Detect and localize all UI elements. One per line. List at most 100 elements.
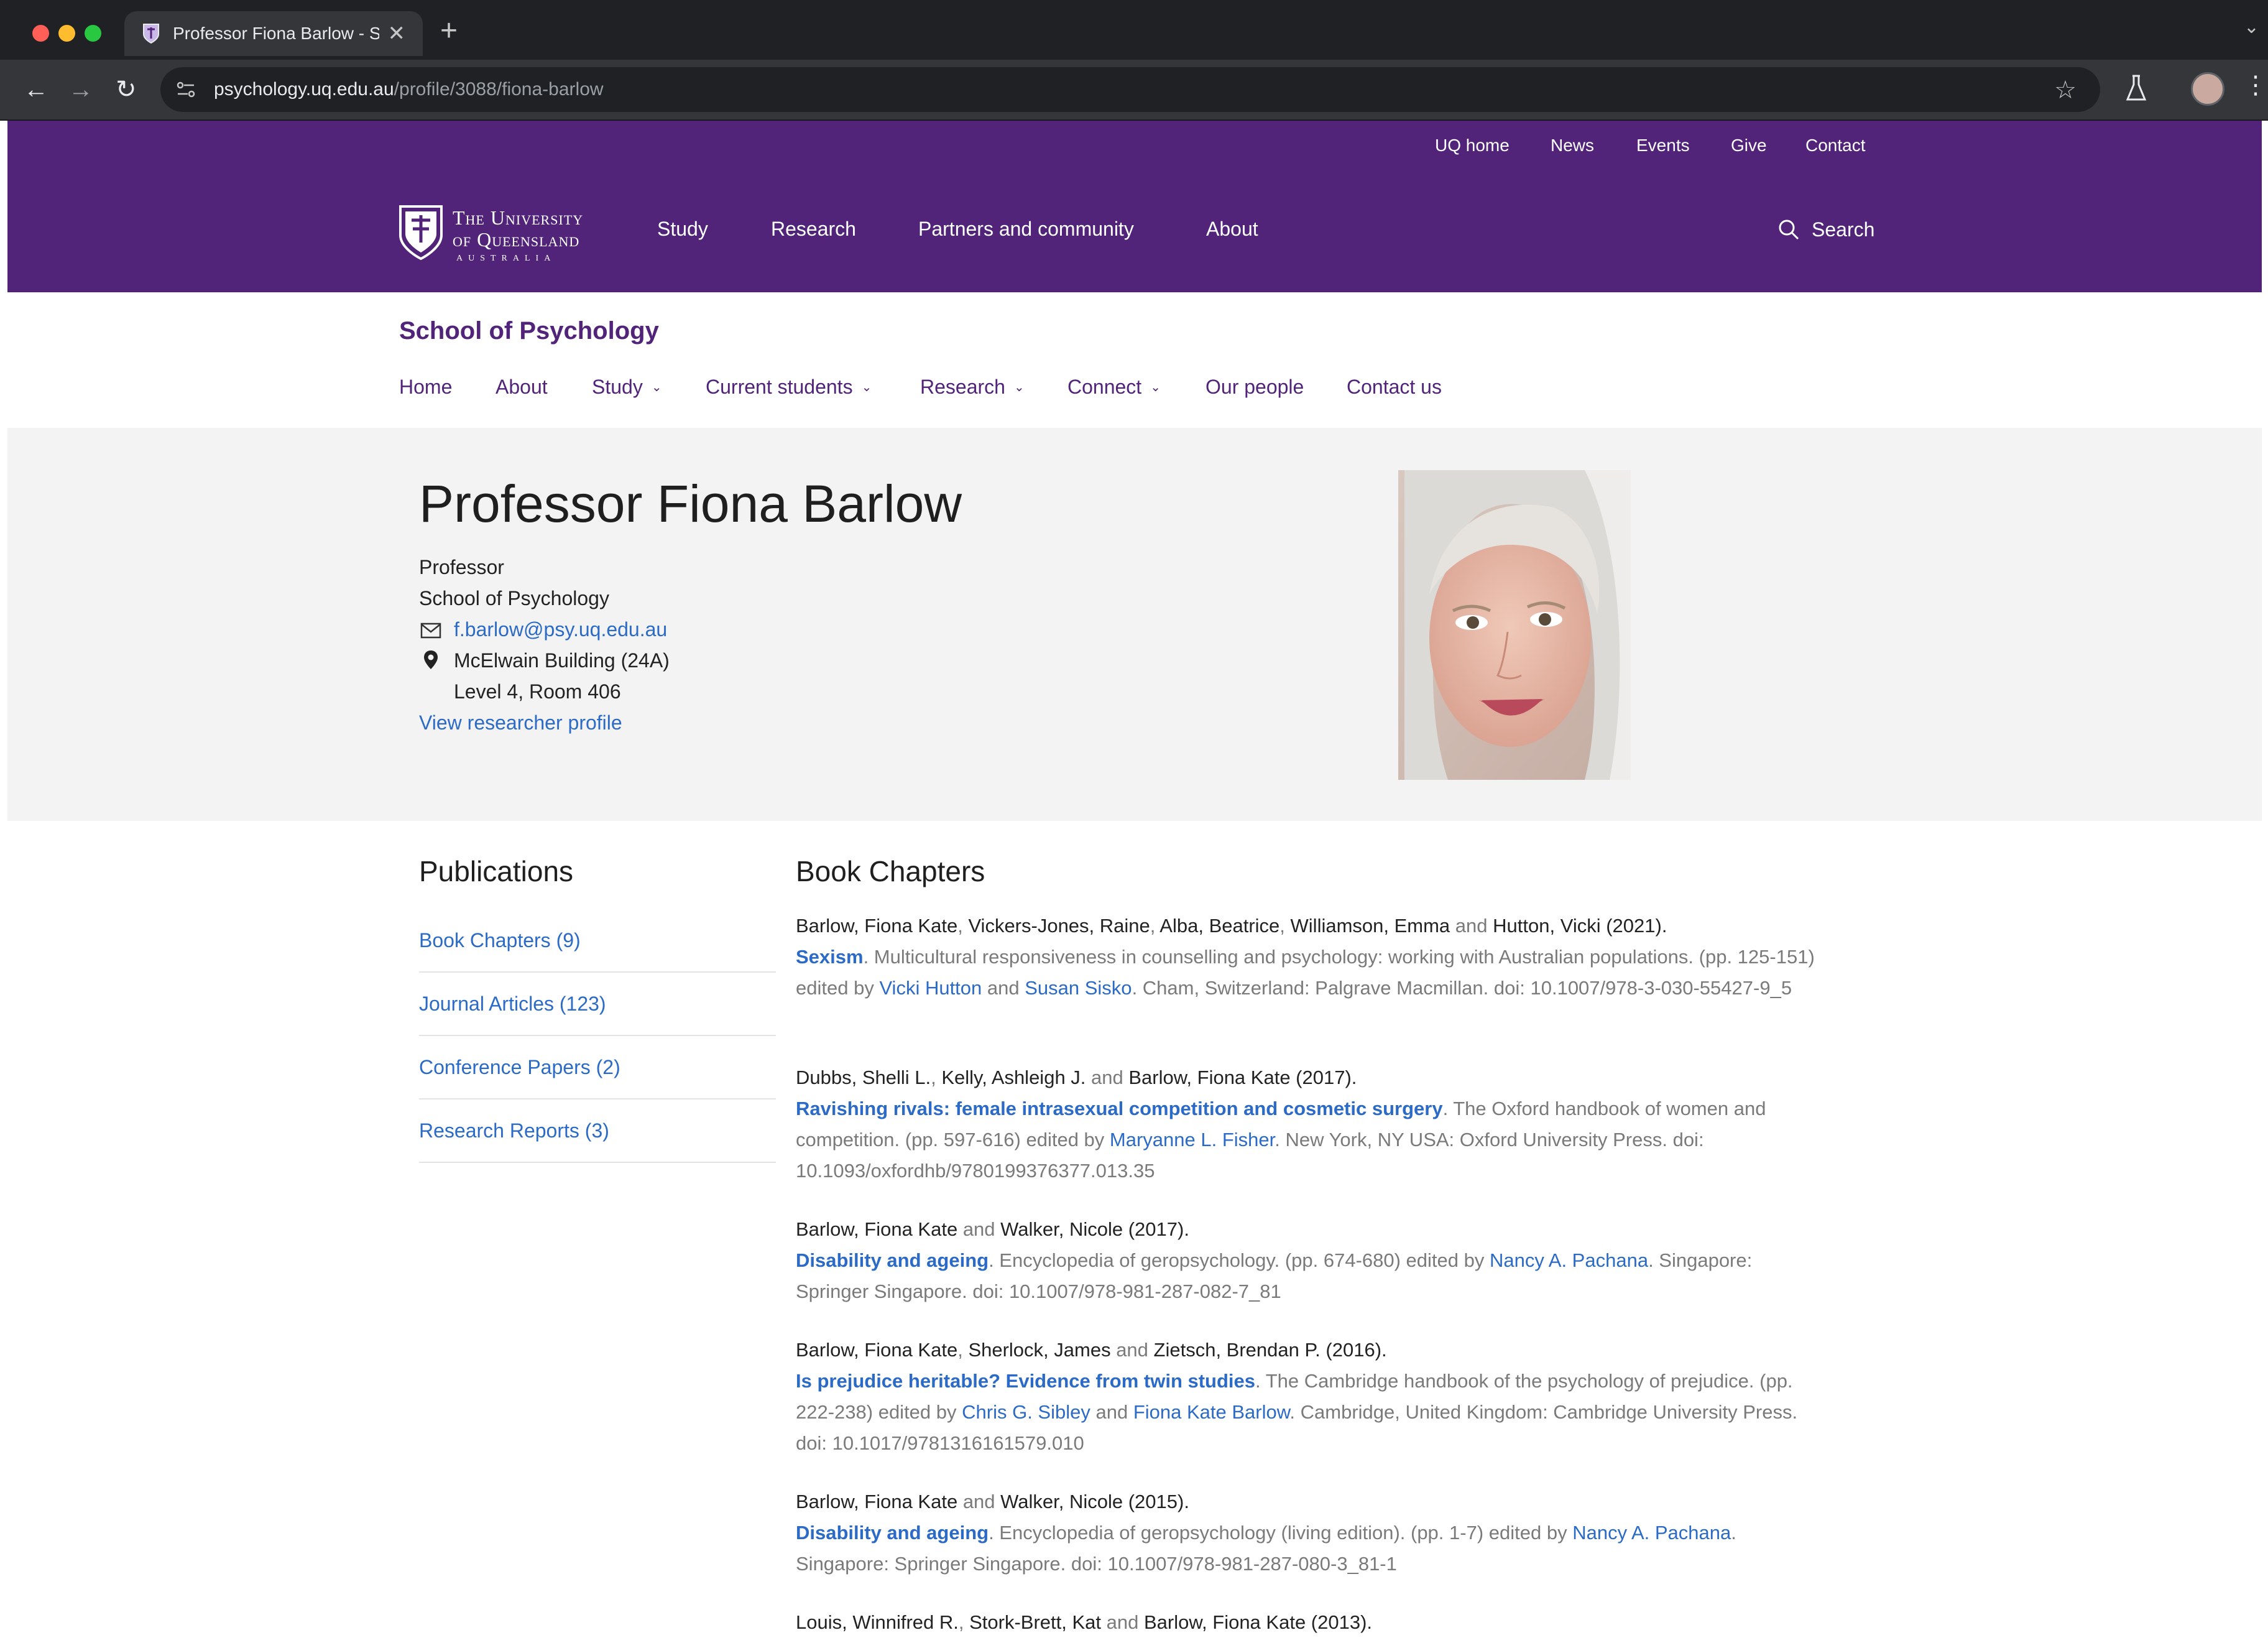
reload-icon[interactable]: ↻ <box>116 73 137 106</box>
school-nav-home[interactable]: Home <box>399 376 452 399</box>
url-host: psychology.uq.edu.au <box>214 79 394 100</box>
publications-heading: Publications <box>419 855 574 887</box>
school-nav-label: Study <box>592 376 643 398</box>
book-chapters-heading: Book Chapters <box>796 855 985 887</box>
new-tab-button[interactable]: + <box>440 14 458 48</box>
labs-flask-icon[interactable] <box>2124 72 2149 104</box>
close-window-button[interactable] <box>32 25 49 42</box>
main-nav-about[interactable]: About <box>1206 218 1258 241</box>
citation-text: and <box>1086 1067 1129 1088</box>
pub-link-journal-articles[interactable]: Journal Articles (123) <box>419 993 606 1016</box>
publication-title-link[interactable]: Ravishing rivals: female intrasexual com… <box>796 1098 1443 1119</box>
view-researcher-profile-link[interactable]: View researcher profile <box>419 711 622 734</box>
author-name: Williamson, Emma <box>1290 915 1450 937</box>
main-nav-study[interactable]: Study <box>657 218 708 241</box>
uq-logo-text: The University of Queensland AUSTRALIA <box>453 206 583 264</box>
search-icon <box>1779 220 1799 240</box>
author-name: Barlow, Fiona Kate <box>796 915 958 937</box>
pub-link-research-reports[interactable]: Research Reports (3) <box>419 1119 609 1142</box>
profile-photo <box>1398 470 1631 780</box>
author-name: Louis, Winnifred R. <box>796 1611 959 1633</box>
logo-line-3: AUSTRALIA <box>456 254 556 263</box>
pub-link-conference-papers[interactable]: Conference Papers (2) <box>419 1056 620 1079</box>
author-name: Walker, Nicole <box>1000 1491 1123 1512</box>
profile-school: School of Psychology <box>419 587 609 609</box>
pub-link-book-chapters[interactable]: Book Chapters (9) <box>419 929 581 952</box>
author-name: Stork-Brett, Kat <box>969 1611 1102 1633</box>
zoom-window-button[interactable] <box>85 25 101 42</box>
editor-link[interactable]: Nancy A. Pachana <box>1490 1249 1648 1271</box>
school-nav-label: Current students <box>706 376 853 398</box>
editor-link[interactable]: Fiona Kate Barlow <box>1133 1401 1290 1423</box>
editor-link[interactable]: Maryanne L. Fisher <box>1110 1129 1275 1150</box>
site-settings-icon[interactable] <box>175 80 196 99</box>
author-name: Hutton, Vicki <box>1493 915 1601 937</box>
publication-title-link[interactable]: Disability and ageing <box>796 1522 989 1544</box>
utility-bar: UQ home News Events Give Contact <box>7 121 2262 173</box>
school-title[interactable]: School of Psychology <box>399 317 659 345</box>
school-nav-label: Home <box>399 376 453 398</box>
publication-entry: Barlow, Fiona Kate and Walker, Nicole (2… <box>796 1486 1828 1580</box>
chevron-down-icon: ⌄ <box>1150 381 1161 394</box>
editor-link[interactable]: Susan Sisko <box>1025 977 1132 999</box>
uq-logo[interactable]: The University of Queensland AUSTRALIA <box>398 204 603 264</box>
citation-text: . Encyclopedia of geropsychology (living… <box>989 1522 1573 1544</box>
school-nav-current-students[interactable]: Current students ⌄ <box>706 376 872 399</box>
author-name: Kelly, Ashleigh J. <box>941 1067 1086 1088</box>
back-arrow-icon[interactable]: ← <box>24 73 48 106</box>
publication-title-link[interactable]: Sexism <box>796 946 864 968</box>
school-nav-study[interactable]: Study ⌄ <box>592 376 662 399</box>
citation-text: and <box>1450 915 1493 937</box>
school-nav-our-people[interactable]: Our people <box>1205 376 1304 399</box>
address-bar[interactable]: psychology.uq.edu.au/profile/3088/fiona-… <box>160 67 2100 112</box>
divider <box>419 1098 776 1099</box>
editor-link[interactable]: Nancy A. Pachana <box>1572 1522 1731 1544</box>
profile-hero: Professor Fiona Barlow Professor School … <box>7 428 2262 821</box>
author-name: (2016). <box>1320 1339 1387 1361</box>
browser-profile-avatar[interactable] <box>2191 72 2224 106</box>
author-name: Alba, Beatrice <box>1159 915 1280 937</box>
editor-link[interactable]: Chris G. Sibley <box>962 1401 1090 1423</box>
chevron-down-icon: ⌄ <box>651 381 662 394</box>
main-nav-research[interactable]: Research <box>771 218 856 241</box>
publication-title-link[interactable]: Is prejudice heritable? Evidence from tw… <box>796 1370 1255 1392</box>
citation-text: , <box>957 1339 969 1361</box>
school-nav-label: About <box>496 376 548 398</box>
author-name: Zietsch, Brendan P. <box>1153 1339 1321 1361</box>
browser-toolbar: ← → ↻ psychology.uq.edu.au/profile/3088/… <box>0 60 2268 119</box>
browser-tab[interactable]: Professor Fiona Barlow - Sch ✕ <box>124 11 423 56</box>
school-nav-connect[interactable]: Connect ⌄ <box>1067 376 1161 399</box>
more-menu-icon[interactable]: ⋮ <box>2243 71 2268 100</box>
utility-link-give[interactable]: Give <box>1731 136 1767 155</box>
citation-text: , <box>958 1611 970 1633</box>
chevron-down-icon[interactable]: ⌄ <box>2244 16 2259 38</box>
utility-link-news[interactable]: News <box>1551 136 1594 155</box>
school-nav-research[interactable]: Research ⌄ <box>920 376 1025 399</box>
citation-text: and <box>1090 1401 1133 1423</box>
publication-title-link[interactable]: Disability and ageing <box>796 1249 989 1271</box>
editor-link[interactable]: Vicki Hutton <box>879 977 982 999</box>
citation-text: and <box>1110 1339 1154 1361</box>
utility-link-contact[interactable]: Contact <box>1805 136 1866 155</box>
main-header: The University of Queensland AUSTRALIA S… <box>7 173 2262 292</box>
page-title: Professor Fiona Barlow <box>419 474 962 533</box>
school-nav-about[interactable]: About <box>496 376 548 399</box>
divider <box>419 971 776 973</box>
close-icon[interactable]: ✕ <box>388 21 406 46</box>
author-name: Barlow, Fiona Kate <box>796 1339 958 1361</box>
search-button[interactable]: Search <box>1777 218 1874 241</box>
forward-arrow-icon[interactable]: → <box>68 73 93 106</box>
profile-email-link[interactable]: f.barlow@psy.uq.edu.au <box>454 618 667 641</box>
utility-link-uq-home[interactable]: UQ home <box>1435 136 1510 155</box>
citation-text: . Encyclopedia of geropsychology. (pp. 6… <box>989 1249 1490 1271</box>
author-name: (2017). <box>1123 1218 1189 1240</box>
utility-link-events[interactable]: Events <box>1636 136 1690 155</box>
bookmark-star-icon[interactable]: ☆ <box>2054 76 2077 104</box>
main-nav-partners[interactable]: Partners and community <box>918 218 1134 241</box>
minimize-window-button[interactable] <box>58 25 75 42</box>
school-nav-label: Connect <box>1067 376 1142 398</box>
school-nav-contact-us[interactable]: Contact us <box>1347 376 1442 399</box>
uq-crest-icon <box>399 205 443 261</box>
author-name: (2015). <box>1123 1491 1189 1512</box>
publication-entry: Barlow, Fiona Kate, Vickers-Jones, Raine… <box>796 910 1828 1004</box>
